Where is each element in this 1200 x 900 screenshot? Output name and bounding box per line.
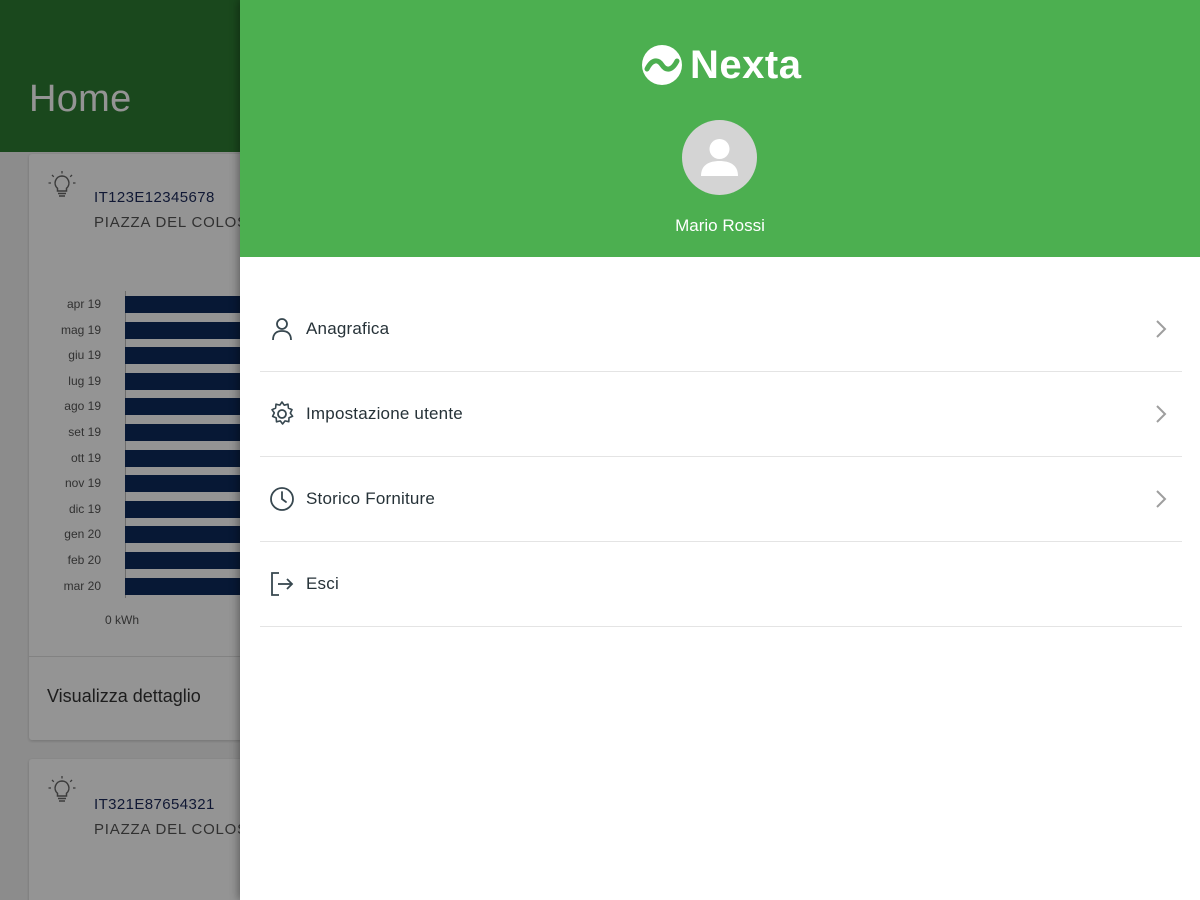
brand-name: Nexta — [690, 42, 802, 87]
nexta-logo-icon — [642, 45, 682, 85]
chevron-right-icon — [1156, 320, 1167, 338]
menu-item-impostazione-utente[interactable]: Impostazione utente — [260, 372, 1182, 457]
person-silhouette-icon — [701, 139, 738, 176]
navigation-drawer: Nexta Mario Rossi Anagrafica Impostazion… — [240, 0, 1200, 900]
menu-item-storico-forniture[interactable]: Storico Forniture — [260, 457, 1182, 542]
chevron-right-icon — [1156, 405, 1167, 423]
menu-item-anagrafica[interactable]: Anagrafica — [260, 287, 1182, 372]
menu-item-label: Storico Forniture — [306, 489, 436, 508]
brand-logo: Nexta — [640, 40, 801, 90]
user-name: Mario Rossi — [675, 216, 765, 235]
menu-item-label: Anagrafica — [306, 319, 390, 338]
menu-item-label: Impostazione utente — [306, 404, 463, 423]
clock-icon — [270, 487, 294, 511]
logout-icon — [271, 572, 294, 596]
menu-item-esci[interactable]: Esci — [260, 542, 1182, 627]
drawer-menu: Anagrafica Impostazione utente Storico F… — [260, 287, 1182, 627]
avatar[interactable] — [682, 120, 757, 195]
drawer-header: Nexta Mario Rossi — [240, 0, 1200, 257]
chevron-right-icon — [1156, 490, 1167, 508]
gear-icon — [271, 401, 294, 425]
menu-item-label: Esci — [306, 574, 339, 593]
person-icon — [272, 318, 292, 341]
